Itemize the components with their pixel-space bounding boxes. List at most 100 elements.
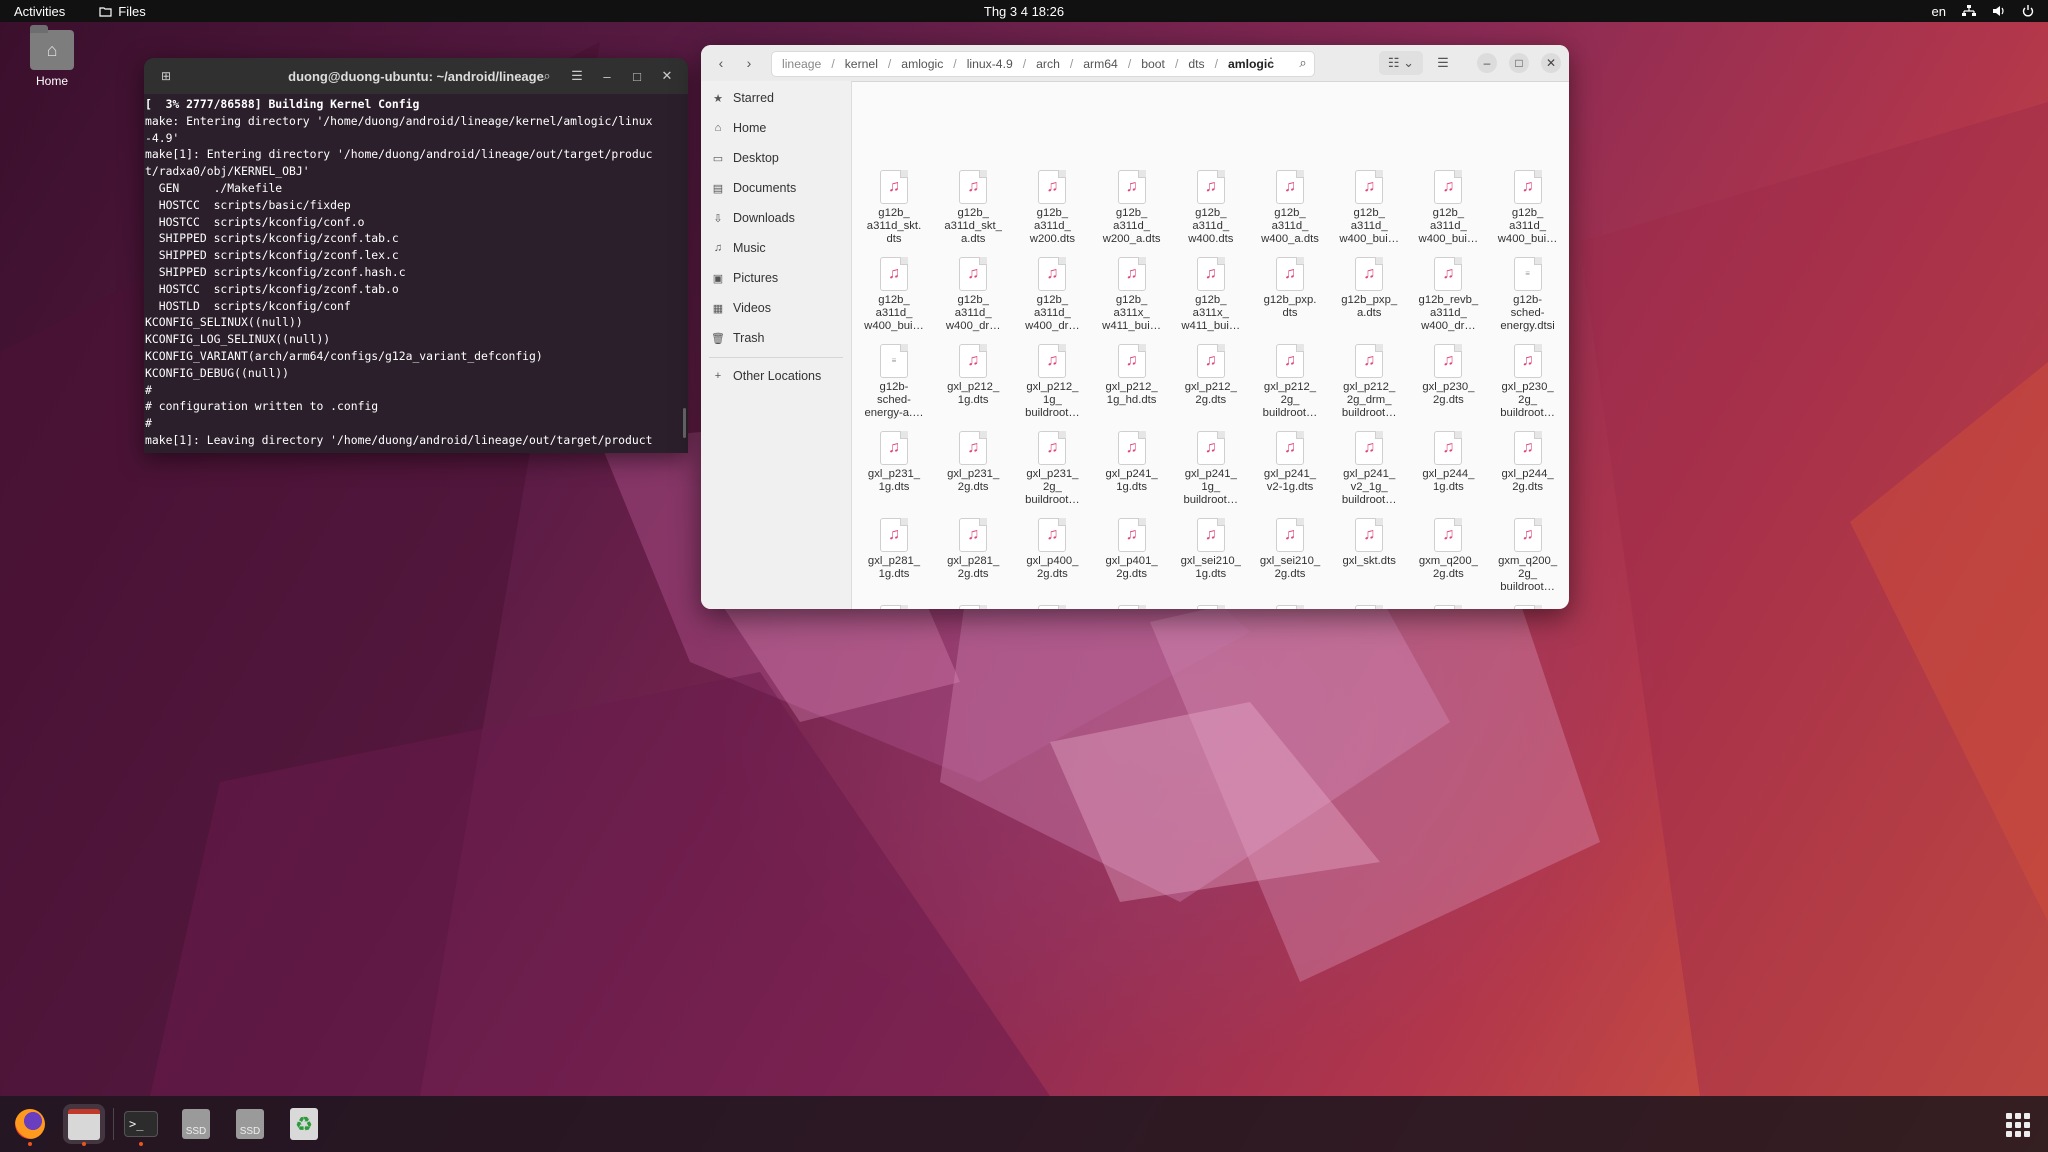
file-item[interactable]: ♫ gxl_p241_ v2-1g.dts bbox=[1251, 431, 1329, 494]
file-item[interactable]: ♫ gxl_p244_ 1g.dts bbox=[1409, 431, 1487, 494]
minimize-icon[interactable]: – bbox=[596, 65, 618, 87]
files-icon[interactable]: 🗂 bbox=[63, 1104, 105, 1146]
sidebar-item-pictures[interactable]: ▣ Pictures bbox=[711, 265, 847, 291]
hamburger-menu-icon[interactable]: ☰ bbox=[566, 65, 588, 87]
file-item[interactable]: ♫ g12b_pxp_ a.dts bbox=[1330, 257, 1408, 320]
search-icon[interactable]: ⌕ bbox=[536, 65, 558, 87]
ssd-drive-icon[interactable]: SSD bbox=[229, 1104, 271, 1144]
file-item[interactable]: ♫ g12b_ a311d_ w400_bui… bbox=[1489, 170, 1567, 247]
file-item[interactable]: ♫ g12b_revb_ a311d_ w400_dr… bbox=[1409, 257, 1487, 334]
terminal-window[interactable]: ⊞ duong@duong-ubuntu: ~/android/lineage … bbox=[144, 58, 688, 453]
terminal-scrollbar[interactable] bbox=[683, 408, 686, 438]
file-item[interactable]: ♫ gxl_sei210_ 1g.dts bbox=[1172, 518, 1250, 581]
file-item[interactable]: ♫ gxl_p212_ 2g_drm_ buildroot… bbox=[1330, 344, 1408, 421]
file-item[interactable]: ⚒Makefile bbox=[1251, 605, 1329, 609]
path-segment[interactable]: arm64 bbox=[1073, 57, 1128, 71]
close-icon[interactable]: ✕ bbox=[656, 65, 678, 87]
file-item[interactable]: ♫hertz_3g bbox=[1172, 605, 1250, 609]
file-item[interactable]: ≡ g12b-sched-energy-a.… bbox=[855, 344, 933, 421]
file-item[interactable]: ♫ gxm_q200_ 2g_ buildroot… bbox=[1489, 518, 1567, 595]
file-item[interactable]: ♫ g12b_ a311d_ w400_dr… bbox=[934, 257, 1012, 334]
files-window[interactable]: ‹ › lineage / kernel / amlogic / linux-4.9/arc… bbox=[701, 45, 1569, 609]
file-item[interactable]: ♫ gxl_p231_ 1g.dts bbox=[855, 431, 933, 494]
file-item[interactable]: ♫ gxl_p212_ 1g.dts bbox=[934, 344, 1012, 407]
file-item[interactable]: ♫ g12b_ a311d_ w400_a.dts bbox=[1251, 170, 1329, 247]
terminal-output[interactable]: [ 3% 2777/86588] Building Kernel Config m… bbox=[144, 94, 688, 449]
file-item[interactable]: ♫ gxl_p212_ 1g_hd.dts bbox=[1093, 344, 1171, 407]
file-item[interactable]: ♫ gxl_p241_ v2_1g_ buildroot… bbox=[1330, 431, 1408, 508]
show-apps-icon[interactable] bbox=[2006, 1113, 2030, 1137]
file-item[interactable]: ♫ gxl_p241_ 1g.dts bbox=[1093, 431, 1171, 494]
sidebar-item-desktop[interactable]: ▭ Desktop bbox=[711, 145, 847, 171]
maximize-icon[interactable]: □ bbox=[626, 65, 648, 87]
file-item[interactable]: ♫gxm_q201_ bbox=[855, 605, 933, 609]
file-grid[interactable]: g12a_s905x2_u212_dr…g12a_s905x2_u212_sti… bbox=[851, 81, 1569, 609]
sidebar-item-home[interactable]: ⌂ Home bbox=[711, 115, 847, 141]
file-item[interactable]: ♫ g12b_ a311d_ w400.dts bbox=[1172, 170, 1250, 247]
file-item[interactable]: ♫ g12b_ a311d_ w400_dr… bbox=[1013, 257, 1091, 334]
path-options-icon[interactable]: ⋮ bbox=[1261, 51, 1281, 75]
file-item[interactable]: ♫ gxl_p281_ 1g.dts bbox=[855, 518, 933, 581]
terminal-titlebar[interactable]: ⊞ duong@duong-ubuntu: ~/android/lineage … bbox=[144, 58, 688, 94]
maximize-icon[interactable]: □ bbox=[1509, 53, 1529, 73]
file-item[interactable]: ♫ gxl_p212_ 1g_ buildroot… bbox=[1013, 344, 1091, 421]
path-segment[interactable]: amlogic bbox=[891, 57, 953, 71]
file-item[interactable]: ♫gxm_skt bbox=[1093, 605, 1171, 609]
file-item[interactable]: ♫ gxl_p212_ 2g.dts bbox=[1172, 344, 1250, 407]
close-icon[interactable]: ✕ bbox=[1541, 53, 1561, 73]
files-headerbar[interactable]: ‹ › lineage / kernel / amlogic / linux-4.9/arc… bbox=[701, 45, 1569, 82]
sidebar-item-documents[interactable]: ▤ Documents bbox=[711, 175, 847, 201]
file-item[interactable]: ≡gxm-sched- bbox=[1013, 605, 1091, 609]
file-item[interactable]: ♫ gxl_p212_ 2g_ buildroot… bbox=[1251, 344, 1329, 421]
system-tray[interactable]: en bbox=[1932, 4, 2034, 19]
file-item[interactable]: ♫ g12b_ a311d_skt. dts bbox=[855, 170, 933, 247]
file-item[interactable]: Cmesonaxg bbox=[1330, 605, 1408, 609]
new-tab-icon[interactable]: ⊞ bbox=[156, 66, 176, 86]
file-item[interactable]: ♫ gxl_sei210_ 2g.dts bbox=[1251, 518, 1329, 581]
file-item[interactable]: ♫ g12b_ a311d_ w400_bui… bbox=[855, 257, 933, 334]
path-segment[interactable]: lineage bbox=[772, 57, 831, 71]
file-item[interactable]: ♫ g12b_ a311d_ w200.dts bbox=[1013, 170, 1091, 247]
desktop-home-shortcut[interactable]: ⌂ Home bbox=[24, 25, 80, 88]
file-item[interactable]: ♫ gxl_p244_ 2g.dts bbox=[1489, 431, 1567, 494]
path-segment[interactable]: dts bbox=[1178, 57, 1214, 71]
file-item[interactable]: ♫ g12b_pxp. dts bbox=[1251, 257, 1329, 320]
firefox-icon[interactable]: 🦊 bbox=[9, 1104, 51, 1146]
file-item[interactable]: ≡ g12b-sched-energy.dtsi bbox=[1489, 257, 1567, 334]
path-segment[interactable]: arch bbox=[1026, 57, 1070, 71]
trash-icon[interactable]: ♻ bbox=[283, 1104, 325, 1144]
file-item[interactable]: Cmesonaxg bbox=[1409, 605, 1487, 609]
file-item[interactable]: ♫ g12b_ a311x_ w411_bui… bbox=[1172, 257, 1250, 334]
file-item[interactable]: ♫ gxl_p401_ 2g.dts bbox=[1093, 518, 1171, 581]
file-item[interactable]: ♫ gxl_p230_ 2g_ buildroot… bbox=[1489, 344, 1567, 421]
terminal-icon[interactable]: >_ bbox=[120, 1104, 162, 1146]
sidebar-item-videos[interactable]: ▦ Videos bbox=[711, 295, 847, 321]
file-item[interactable]: Cmesonaxg bbox=[1489, 605, 1567, 609]
file-item[interactable]: ♫gxm_q201_ bbox=[934, 605, 1012, 609]
minimize-icon[interactable]: – bbox=[1477, 53, 1497, 73]
file-item[interactable]: ♫ gxm_q200_ 2g.dts bbox=[1409, 518, 1487, 581]
path-segment[interactable]: boot bbox=[1131, 57, 1175, 71]
file-item[interactable]: ♫ gxl_p230_ 2g.dts bbox=[1409, 344, 1487, 407]
file-item[interactable]: ♫ gxl_p231_ 2g.dts bbox=[934, 431, 1012, 494]
file-item[interactable]: ♫ g12b_ a311d_ w200_a.dts bbox=[1093, 170, 1171, 247]
sidebar-item-music[interactable]: ♫ Music bbox=[711, 235, 847, 261]
forward-button[interactable]: › bbox=[737, 52, 761, 74]
file-item[interactable]: ♫ g12b_ a311d_ w400_bui… bbox=[1409, 170, 1487, 247]
sidebar-item-other-locations[interactable]: + Other Locations bbox=[711, 363, 847, 389]
file-item[interactable]: ♫ gxl_skt.dts bbox=[1330, 518, 1408, 568]
view-toggle-button[interactable]: ☷ ⌄ bbox=[1379, 51, 1423, 75]
file-item[interactable]: ♫ gxl_p400_ 2g.dts bbox=[1013, 518, 1091, 581]
path-bar[interactable]: lineage / kernel / amlogic / linux-4.9/arch / ar… bbox=[771, 51, 1315, 77]
path-segment[interactable]: kernel bbox=[835, 57, 888, 71]
file-item[interactable]: ♫ g12b_ a311x_ w411_bui… bbox=[1093, 257, 1171, 334]
file-item[interactable]: ♫ g12b_ a311d_skt_ a.dts bbox=[934, 170, 1012, 247]
clock[interactable]: Thg 3 4 18:26 bbox=[984, 4, 1064, 19]
search-icon[interactable]: ⌕ bbox=[1291, 51, 1315, 75]
activities-button[interactable]: Activities bbox=[14, 4, 65, 19]
sidebar-item-trash[interactable]: 🗑 Trash bbox=[711, 325, 847, 351]
file-item[interactable]: ♫ gxl_p281_ 2g.dts bbox=[934, 518, 1012, 581]
keyboard-layout-indicator[interactable]: en bbox=[1932, 4, 1946, 19]
file-item[interactable]: ♫ gxl_p241_ 1g_ buildroot… bbox=[1172, 431, 1250, 508]
back-button[interactable]: ‹ bbox=[709, 52, 733, 74]
